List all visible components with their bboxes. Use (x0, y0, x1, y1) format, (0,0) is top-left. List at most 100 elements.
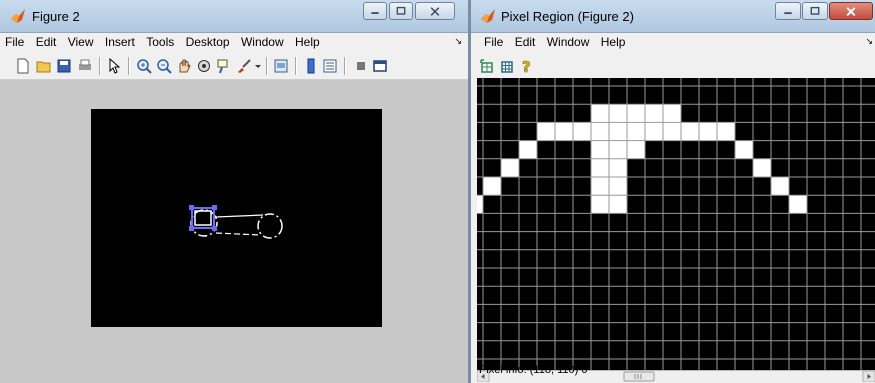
white-pixel (555, 122, 573, 141)
pixel-info-label: Pixel info: (479, 364, 527, 376)
toolbar-separator (99, 57, 101, 75)
data-cursor-icon[interactable] (216, 58, 232, 74)
menu-insert[interactable]: Insert (102, 33, 138, 51)
white-pixel (609, 195, 627, 214)
dock-arrow-icon[interactable]: ↘ (865, 36, 873, 47)
zoom-in-icon[interactable] (136, 58, 152, 74)
close-button[interactable] (829, 2, 873, 20)
figure-title-bar[interactable]: Figure 2 (0, 0, 468, 33)
white-pixel (663, 104, 681, 123)
hide-tools-icon[interactable] (353, 58, 369, 74)
pixel-grid-canvas (477, 78, 875, 370)
pan-icon[interactable] (176, 58, 192, 74)
save-icon[interactable] (56, 58, 72, 74)
menu-help[interactable]: Help (598, 33, 629, 51)
zoom-out-icon[interactable] (156, 58, 172, 74)
toolbar-separator (295, 57, 297, 75)
figure-canvas (0, 80, 468, 383)
white-pixel (609, 104, 627, 123)
white-pixel (681, 122, 699, 141)
menu-view[interactable]: View (65, 33, 97, 51)
toolbar-separator (344, 57, 346, 75)
matlab-icon (11, 9, 25, 23)
svg-text:?: ? (522, 58, 531, 74)
maximize-icon (396, 6, 406, 15)
minimize-button[interactable] (775, 2, 801, 20)
toolbar-separator (128, 57, 130, 75)
copy-position-icon[interactable] (479, 58, 495, 74)
white-pixel (477, 195, 483, 214)
pixel-region-toolbar: ? (471, 53, 875, 79)
maximize-button[interactable] (389, 2, 413, 20)
white-pixel (609, 158, 627, 177)
window-title: Pixel Region (Figure 2) (501, 9, 634, 24)
white-pixel (591, 195, 609, 214)
show-tools-icon[interactable] (372, 58, 388, 74)
chevron-down-icon[interactable] (254, 58, 262, 74)
menu-edit[interactable]: Edit (512, 33, 539, 51)
menu-edit[interactable]: Edit (33, 33, 60, 51)
pixel-region-title-bar[interactable]: Pixel Region (Figure 2) (471, 0, 875, 33)
white-pixel (735, 140, 753, 159)
legend-icon[interactable] (322, 58, 338, 74)
toolbar-separator (266, 57, 268, 75)
minimize-icon (784, 12, 792, 15)
pointer-icon[interactable] (106, 58, 122, 74)
maximize-icon (810, 6, 820, 15)
pixel-region-window: Pixel Region (Figure 2) File Edit Window… (470, 0, 875, 383)
white-pixel (501, 158, 519, 177)
pixel-region-rectangle[interactable] (189, 205, 217, 231)
white-pixel (699, 122, 717, 141)
help-icon[interactable]: ? (519, 58, 535, 74)
white-pixel (483, 177, 501, 196)
pixel-grid[interactable] (477, 78, 875, 370)
menu-help[interactable]: Help (292, 33, 323, 51)
minimize-icon (371, 12, 379, 14)
white-pixel (627, 122, 645, 141)
rotate-icon[interactable] (196, 58, 212, 74)
close-button[interactable] (415, 2, 455, 20)
white-pixel (537, 122, 555, 141)
new-file-icon[interactable] (15, 58, 31, 74)
white-pixel (627, 140, 645, 159)
print-icon[interactable] (77, 58, 93, 74)
open-icon[interactable] (36, 58, 52, 74)
figure-toolbar (0, 53, 468, 80)
brush-icon[interactable] (236, 58, 252, 74)
menu-tools[interactable]: Tools (143, 33, 177, 51)
colorbar-icon[interactable] (303, 58, 319, 74)
link-icon[interactable] (273, 58, 289, 74)
white-pixel (789, 195, 807, 214)
menu-file[interactable]: File (2, 33, 27, 51)
minimize-button[interactable] (363, 2, 387, 20)
close-icon (846, 7, 856, 17)
dock-arrow-icon[interactable]: ↘ (454, 36, 462, 47)
white-pixel (645, 104, 663, 123)
menu-desktop[interactable]: Desktop (183, 33, 233, 51)
white-pixel (753, 158, 771, 177)
white-pixel (609, 122, 627, 141)
white-pixel (771, 177, 789, 196)
menu-window[interactable]: Window (544, 33, 593, 51)
white-pixel (609, 177, 627, 196)
white-pixel (645, 122, 663, 141)
figure-menu-bar: File Edit View Insert Tools Desktop Wind… (0, 33, 468, 53)
white-pixel (519, 140, 537, 159)
white-pixel (591, 158, 609, 177)
pixel-region-menu-bar: File Edit Window Help ↘ (471, 33, 875, 53)
white-pixel (609, 140, 627, 159)
image-axes[interactable] (91, 109, 382, 327)
white-pixel (591, 104, 609, 123)
white-pixel (591, 122, 609, 141)
white-pixel (663, 122, 681, 141)
binary-image (189, 205, 283, 239)
pixel-values-icon[interactable] (499, 58, 515, 74)
pixel-info-status: Pixel info: (118, 110) 0 (479, 364, 587, 376)
white-pixel (573, 122, 591, 141)
figure-window: Figure 2 File Edit View Insert Tools Des… (0, 0, 468, 383)
menu-window[interactable]: Window (238, 33, 287, 51)
pixel-info-value: 0 (581, 364, 588, 376)
white-pixel (591, 140, 609, 159)
menu-file[interactable]: File (481, 33, 506, 51)
maximize-button[interactable] (802, 2, 828, 20)
